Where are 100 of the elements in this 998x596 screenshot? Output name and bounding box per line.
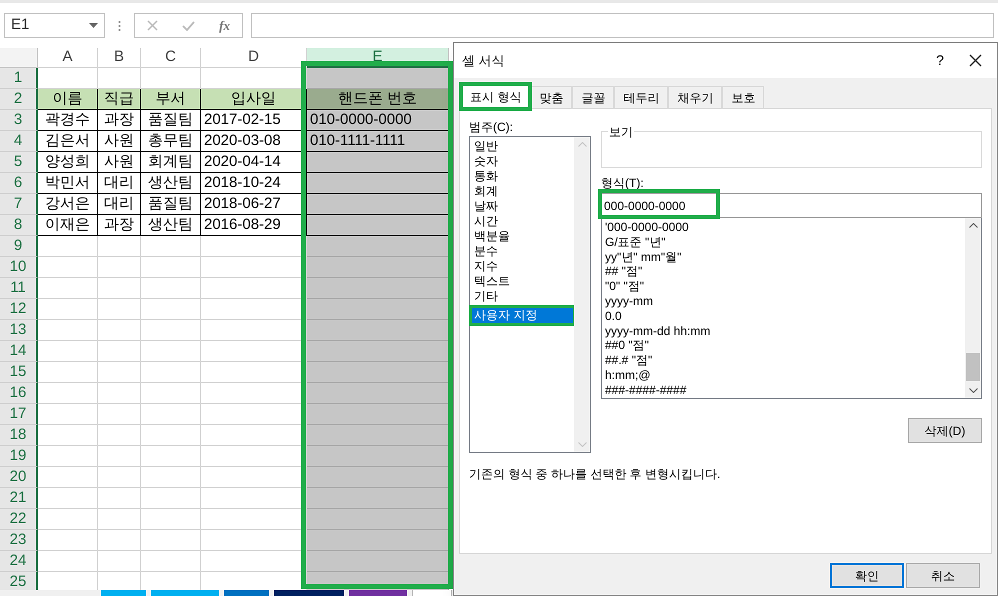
cancel-button[interactable]: 취소 [906, 563, 980, 588]
table-cell[interactable]: 양성희 [38, 152, 98, 173]
table-cell[interactable]: 김은서 [38, 131, 98, 152]
table-cell[interactable] [307, 551, 449, 572]
dialog-tab[interactable]: 보호 [722, 86, 764, 108]
category-item[interactable]: 날짜 [472, 199, 574, 214]
format-item[interactable]: ###-####-#### [605, 382, 965, 398]
row-header[interactable]: 20 [0, 467, 38, 488]
table-cell[interactable]: 부서 [141, 89, 201, 110]
category-item[interactable]: 일반 [472, 139, 574, 154]
format-item[interactable]: yy"년" mm"월" [605, 250, 965, 264]
column-header[interactable]: C [141, 48, 201, 68]
table-cell[interactable] [307, 68, 449, 89]
help-button[interactable]: ? [925, 50, 955, 71]
table-cell[interactable]: 강서은 [38, 194, 98, 215]
table-cell[interactable] [307, 194, 449, 215]
column-header[interactable]: B [98, 48, 141, 68]
table-cell[interactable]: 010-0000-0000 [307, 110, 449, 131]
dialog-tab[interactable]: 채우기 [668, 86, 722, 108]
table-cell[interactable]: 생산팀 [141, 215, 201, 236]
table-cell[interactable]: 2018-06-27 [201, 194, 307, 215]
row-header[interactable]: 15 [0, 362, 38, 383]
select-all-button[interactable] [0, 48, 38, 68]
row-header[interactable]: 19 [0, 446, 38, 467]
row-header[interactable]: 14 [0, 341, 38, 362]
category-item[interactable]: 통화 [472, 169, 574, 184]
row-header[interactable]: 22 [0, 509, 38, 530]
row-header[interactable]: 5 [0, 152, 38, 173]
row-header[interactable]: 10 [0, 257, 38, 278]
row-header[interactable]: 2 [0, 89, 38, 110]
row-header[interactable]: 12 [0, 299, 38, 320]
dialog-tab[interactable]: 테두리 [614, 86, 668, 108]
table-cell[interactable]: 생산팀 [141, 173, 201, 194]
row-header[interactable]: 7 [0, 194, 38, 215]
table-cell[interactable]: 품질팀 [141, 110, 201, 131]
category-item[interactable]: 숫자 [472, 154, 574, 169]
dialog-tab[interactable]: 맞춤 [530, 86, 572, 108]
table-cell[interactable] [307, 530, 449, 551]
table-cell[interactable] [307, 383, 449, 404]
table-cell[interactable] [307, 236, 449, 257]
table-cell[interactable]: 이름 [38, 89, 98, 110]
row-header[interactable]: 24 [0, 551, 38, 572]
table-cell[interactable] [307, 257, 449, 278]
table-cell[interactable]: 2018-10-24 [201, 173, 307, 194]
table-cell[interactable]: 박민서 [38, 173, 98, 194]
delete-button[interactable]: 삭제(D) [908, 418, 982, 443]
table-cell[interactable] [307, 509, 449, 530]
table-cell[interactable]: 품질팀 [141, 194, 201, 215]
category-item[interactable]: 백분율 [472, 229, 574, 244]
format-item[interactable]: yyyy-mm [605, 294, 965, 309]
table-cell[interactable]: 사원 [98, 131, 141, 152]
row-header[interactable]: 16 [0, 383, 38, 404]
sheet-tab[interactable] [349, 590, 407, 596]
table-cell[interactable]: 2020-04-14 [201, 152, 307, 173]
ok-button[interactable]: 확인 [830, 563, 904, 588]
format-item[interactable]: G/표준 "년" [605, 234, 965, 250]
format-input[interactable]: 000-0000-0000 [601, 193, 982, 218]
column-header[interactable]: D [201, 48, 307, 68]
table-cell[interactable] [307, 362, 449, 383]
format-item[interactable]: 0.0 [605, 308, 965, 324]
row-header[interactable]: 13 [0, 320, 38, 341]
category-item[interactable]: 사용자 지정 [472, 308, 573, 323]
table-cell[interactable] [307, 215, 449, 236]
format-item[interactable]: ##.# "점" [605, 353, 965, 368]
category-item[interactable]: 텍스트 [472, 274, 574, 289]
table-cell[interactable]: 대리 [98, 173, 141, 194]
table-cell[interactable]: 입사일 [201, 89, 307, 110]
row-header[interactable]: 8 [0, 215, 38, 236]
table-cell[interactable] [307, 173, 449, 194]
format-item[interactable]: yyyy-mm-dd hh:mm [605, 324, 965, 338]
row-header[interactable]: 25 [0, 572, 38, 590]
format-item[interactable]: h:mm;@ [605, 368, 965, 383]
table-cell[interactable] [307, 488, 449, 509]
table-cell[interactable] [307, 320, 449, 341]
category-item[interactable]: 분수 [472, 244, 574, 259]
table-cell[interactable]: 2017-02-15 [201, 110, 307, 131]
close-icon[interactable] [969, 54, 982, 67]
insert-function-button[interactable]: fx [219, 16, 230, 36]
table-cell[interactable] [307, 278, 449, 299]
category-item[interactable]: 지수 [472, 259, 574, 274]
category-item[interactable]: 회계 [472, 184, 574, 199]
row-header[interactable]: 21 [0, 488, 38, 509]
row-header[interactable]: 17 [0, 404, 38, 425]
table-cell[interactable] [307, 299, 449, 320]
table-cell[interactable]: 대리 [98, 194, 141, 215]
name-box[interactable]: E1 [4, 13, 105, 38]
table-cell[interactable]: 사원 [98, 152, 141, 173]
table-cell[interactable]: 총무팀 [141, 131, 201, 152]
table-cell[interactable]: 과장 [98, 215, 141, 236]
table-cell[interactable]: 곽경수 [38, 110, 98, 131]
row-header[interactable]: 23 [0, 530, 38, 551]
category-item[interactable]: 시간 [472, 214, 574, 229]
category-item[interactable]: 기타 [472, 289, 574, 304]
table-cell[interactable] [307, 467, 449, 488]
table-cell[interactable]: 2016-08-29 [201, 215, 307, 236]
table-cell[interactable]: 핸드폰 번호 [307, 89, 449, 110]
table-cell[interactable]: 2020-03-08 [201, 131, 307, 152]
row-header[interactable]: 11 [0, 278, 38, 299]
scroll-thumb[interactable] [966, 353, 980, 381]
scroll-down-icon[interactable] [968, 388, 978, 393]
